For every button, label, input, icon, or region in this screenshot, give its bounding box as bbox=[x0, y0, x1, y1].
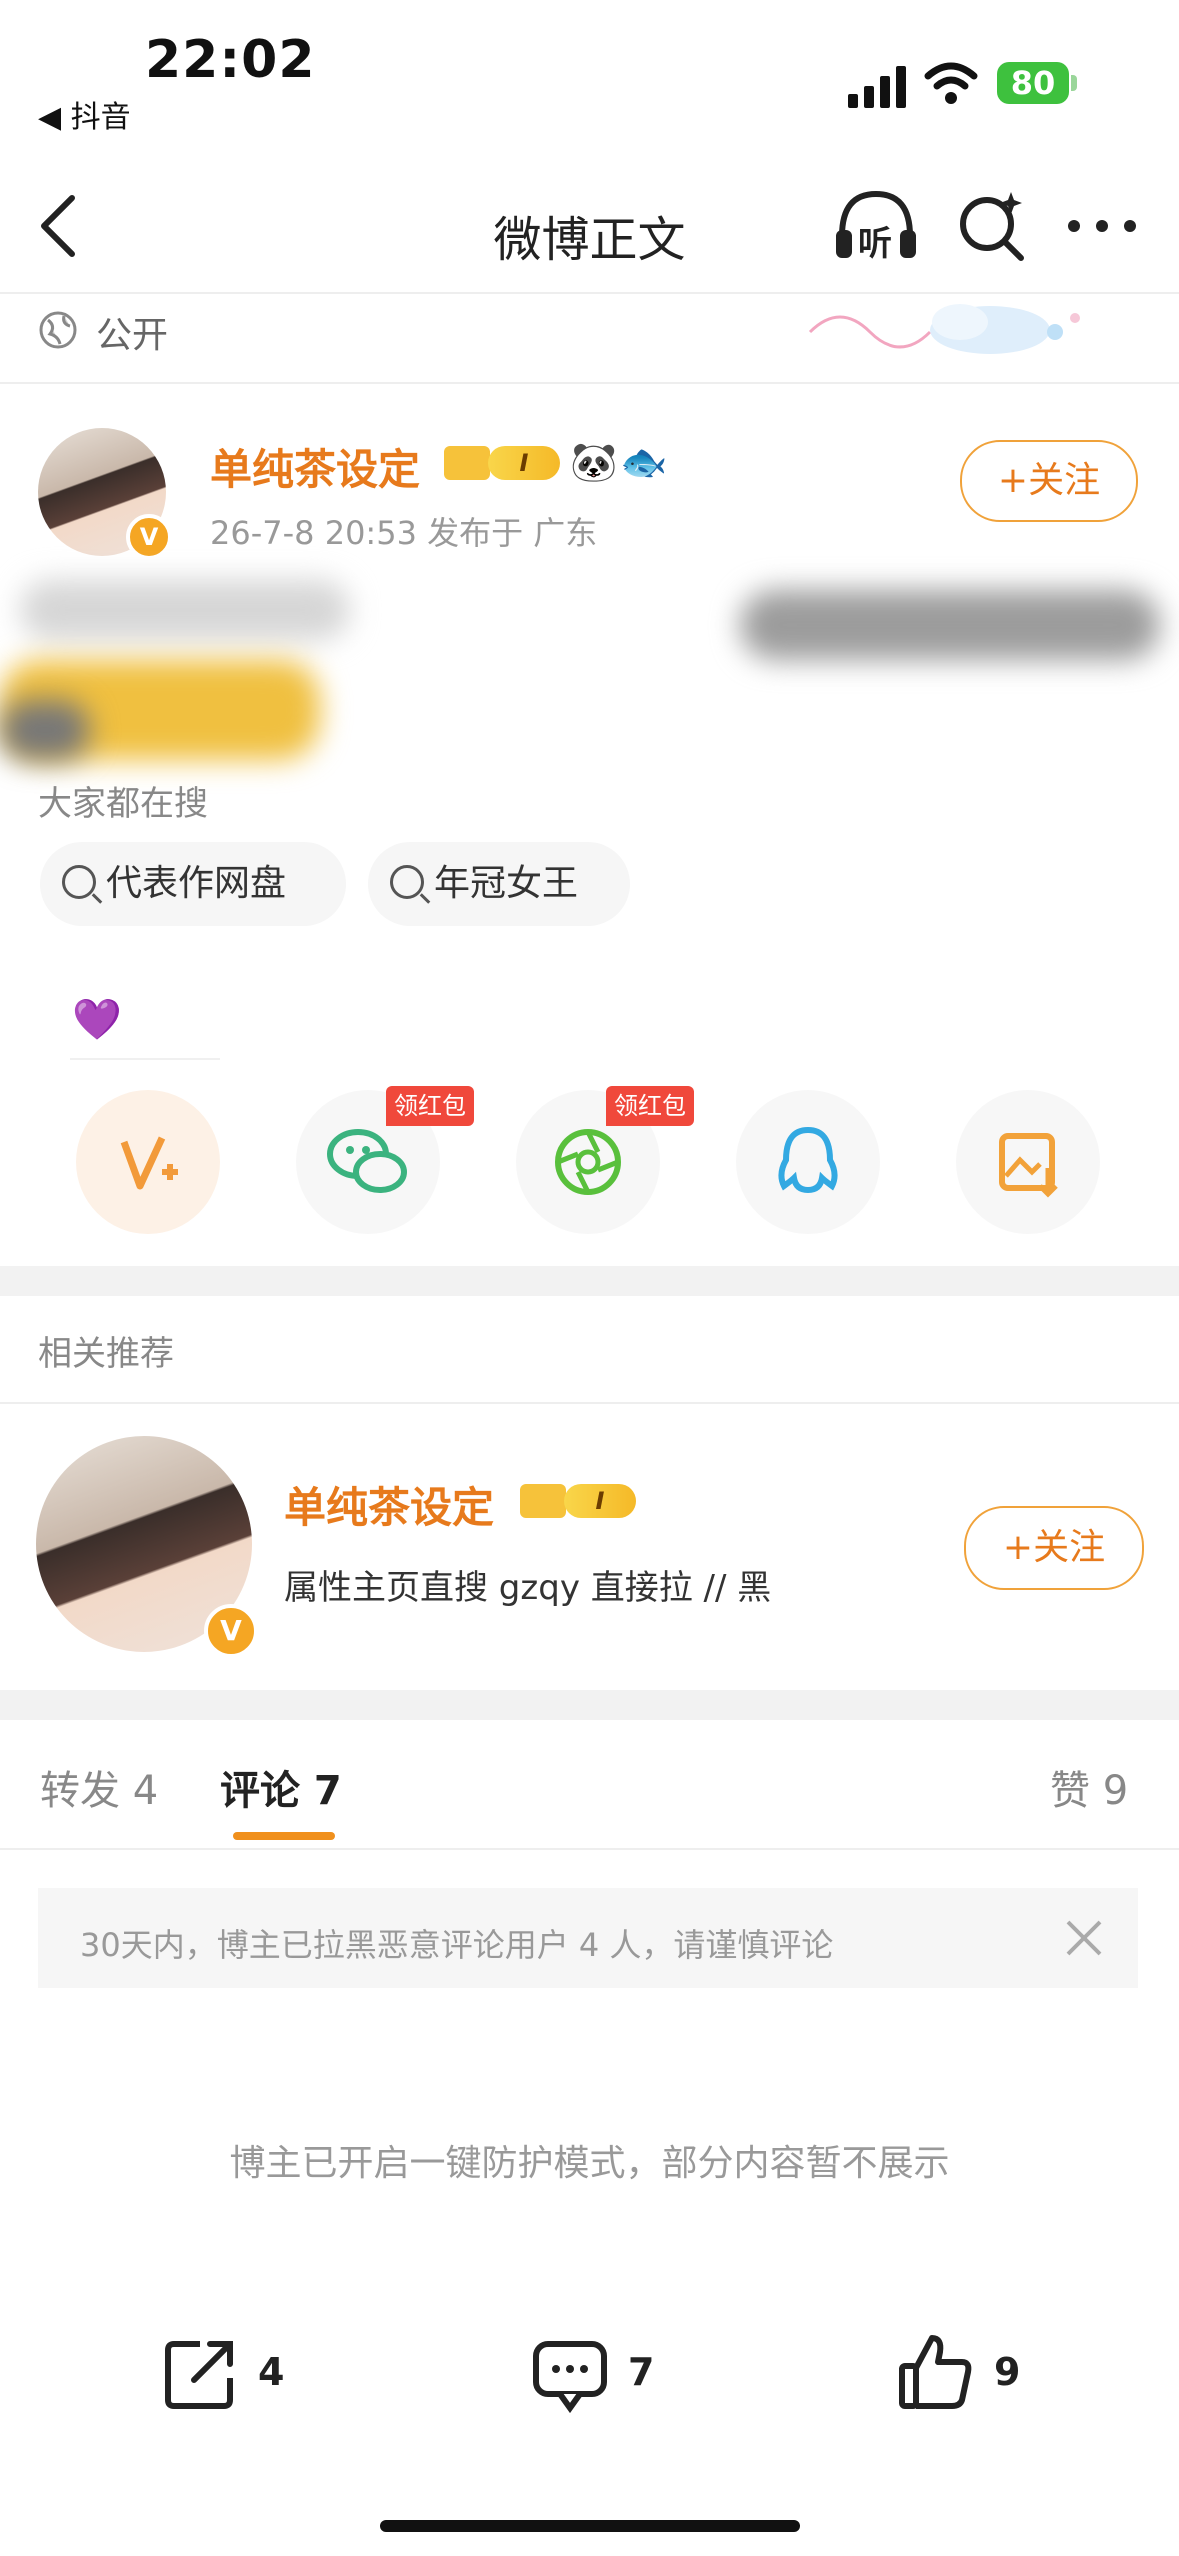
redpack-badge: 领红包 bbox=[386, 1086, 474, 1126]
vplus-share-button[interactable] bbox=[76, 1090, 220, 1234]
section-gap bbox=[0, 1690, 1179, 1720]
blurred-text bbox=[20, 580, 350, 640]
crown-icon bbox=[520, 1484, 566, 1518]
battery-tip bbox=[1071, 75, 1077, 91]
tab-like[interactable]: 赞 9 bbox=[1050, 1758, 1128, 1816]
redpack-badge: 领红包 bbox=[606, 1086, 694, 1126]
share-arrow-icon bbox=[165, 2341, 233, 2409]
cloud-decoration-icon bbox=[808, 304, 1080, 354]
qq-icon bbox=[778, 1126, 838, 1194]
search-chip[interactable]: 年冠女王 bbox=[368, 842, 630, 926]
verified-badge-icon: V bbox=[126, 514, 172, 560]
fish-icon: 🐟 bbox=[620, 440, 668, 484]
qq-share-button[interactable] bbox=[736, 1090, 880, 1234]
divider bbox=[0, 1848, 1179, 1850]
verified-badge-icon: V bbox=[204, 1604, 258, 1658]
search-chip-label: 代表作网盘 bbox=[106, 863, 287, 904]
member-level-badge: I bbox=[564, 1484, 636, 1518]
battery-icon: 80 bbox=[997, 62, 1069, 104]
globe-icon bbox=[39, 311, 77, 349]
protection-mode-text: 博主已开启一键防护模式，部分内容暂不展示 bbox=[229, 2143, 950, 2184]
related-follow-button[interactable]: +关注 bbox=[964, 1506, 1144, 1590]
related-section-title: 相关推荐 bbox=[38, 1334, 174, 1374]
wifi-icon bbox=[924, 62, 978, 104]
save-image-icon bbox=[999, 1133, 1058, 1198]
listen-button[interactable]: 听 bbox=[832, 186, 920, 266]
signal-icon bbox=[848, 64, 906, 108]
search-chip[interactable]: 代表作网盘 bbox=[40, 842, 346, 926]
search-section-label: 大家都在搜 bbox=[38, 784, 208, 824]
section-gap bbox=[0, 1266, 1179, 1296]
crown-icon bbox=[444, 446, 490, 480]
author-name[interactable]: 单纯茶设定 bbox=[210, 436, 420, 497]
divider bbox=[70, 1058, 220, 1060]
related-author-name[interactable]: 单纯茶设定 bbox=[284, 1474, 494, 1535]
thumbs-up-icon bbox=[899, 2335, 972, 2409]
home-indicator[interactable] bbox=[380, 2520, 800, 2532]
close-icon[interactable] bbox=[1060, 1914, 1108, 1962]
blurred-text bbox=[0, 700, 90, 760]
follow-button[interactable]: +关注 bbox=[960, 440, 1138, 522]
like-action[interactable]: 9 bbox=[896, 2330, 1036, 2414]
panda-icon: 🐼 bbox=[570, 440, 618, 484]
member-level-badge: I bbox=[488, 446, 560, 480]
status-time: 22:02 bbox=[145, 30, 316, 90]
search-icon bbox=[390, 865, 424, 899]
visibility-label: 公开 bbox=[96, 315, 169, 356]
tab-comment[interactable]: 评论 7 bbox=[220, 1758, 342, 1816]
listen-label: 听 bbox=[858, 224, 892, 264]
comment-bubble-icon bbox=[533, 2341, 607, 2414]
vplus-icon bbox=[120, 1136, 178, 1190]
comment-count: 7 bbox=[628, 2350, 655, 2394]
post-meta: 26-7-8 20:53 发布于 广东 bbox=[210, 514, 598, 552]
blurred-text bbox=[740, 590, 1160, 660]
like-count: 9 bbox=[994, 2350, 1021, 2394]
divider bbox=[0, 382, 1179, 384]
search-chip-label: 年冠女王 bbox=[434, 863, 579, 904]
comment-action[interactable]: 7 bbox=[530, 2334, 670, 2414]
search-icon bbox=[62, 865, 96, 899]
divider bbox=[0, 1402, 1179, 1404]
more-options-icon[interactable] bbox=[1068, 220, 1138, 236]
active-tab-indicator bbox=[233, 1832, 335, 1840]
tab-repost[interactable]: 转发 4 bbox=[40, 1758, 158, 1816]
repost-count: 4 bbox=[258, 2350, 285, 2394]
repost-action[interactable]: 4 bbox=[160, 2334, 300, 2414]
block-notice-text: 30天内，博主已拉黑恶意评论用户 4 人，请谨慎评论 bbox=[80, 1926, 834, 1964]
search-icon[interactable] bbox=[955, 190, 1027, 262]
purple-heart-icon: 💜 bbox=[72, 997, 122, 1043]
save-image-button[interactable] bbox=[956, 1090, 1100, 1234]
back-to-app-link[interactable]: ◀ 抖音 bbox=[38, 92, 131, 136]
related-description: 属性主页直搜 gzqy 直接拉 // 黑 bbox=[284, 1568, 772, 1608]
